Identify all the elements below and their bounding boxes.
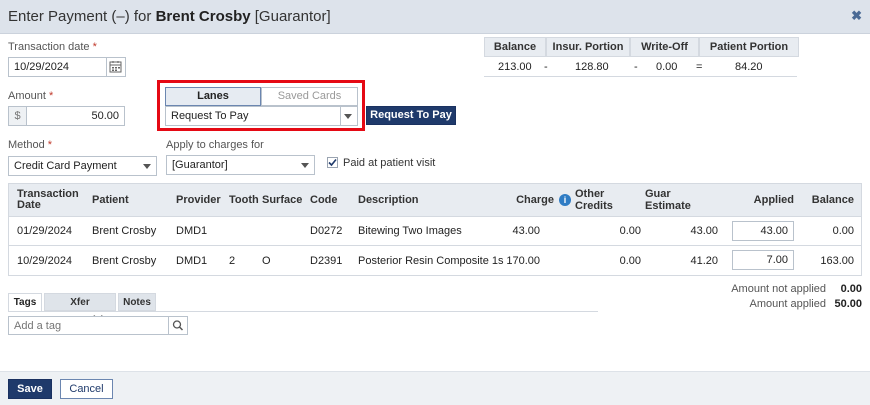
- cell-charge: 43.00: [512, 225, 540, 237]
- summary-patient-portion-value: 84.20: [735, 61, 763, 73]
- col-transaction-date: Transaction Date: [17, 188, 79, 211]
- summary-minus-2: -: [634, 61, 638, 73]
- table-row: 01/29/2024 Brent Crosby DMD1 D0272 Bitew…: [9, 217, 861, 246]
- transaction-date-label-text: Transaction date: [8, 41, 90, 53]
- required-mark: *: [47, 139, 53, 151]
- request-to-pay-button[interactable]: Request To Pay: [366, 106, 456, 125]
- cell-provider: DMD1: [176, 254, 208, 267]
- check-icon: [328, 158, 337, 167]
- save-button[interactable]: Save: [8, 379, 52, 399]
- cell-code: D0272: [310, 225, 343, 237]
- chevron-down-icon: [301, 163, 309, 168]
- cell-description: Posterior Resin Composite 1s: [358, 254, 504, 267]
- tag-search-button[interactable]: [168, 316, 188, 335]
- col-surface: Surface: [262, 194, 303, 206]
- paid-at-visit-checkbox[interactable]: [327, 157, 338, 168]
- col-applied: Applied: [753, 194, 794, 206]
- apply-to-label: Apply to charges for: [166, 139, 264, 151]
- cell-date: 10/29/2024: [17, 254, 73, 267]
- title-suffix: [Guarantor]: [250, 8, 331, 25]
- calendar-icon: [109, 61, 122, 73]
- tab-xfer-reasons[interactable]: Xfer Reason(s): [44, 293, 116, 326]
- summary-header-insurance: Insur. Portion: [546, 37, 630, 57]
- cell-patient: Brent Crosby: [92, 254, 157, 267]
- title-prefix: Enter Payment (–) for: [8, 8, 156, 25]
- summary-header-writeoff: Write-Off: [630, 37, 699, 57]
- cell-other-credits: 0.00: [619, 254, 641, 267]
- cell-provider: DMD1: [176, 225, 208, 237]
- summary-header-balance: Balance: [484, 37, 546, 57]
- cell-description: Bitewing Two Images: [358, 225, 462, 237]
- col-guar-estimate: Guar Estimate: [645, 188, 691, 212]
- tag-input[interactable]: [8, 316, 169, 335]
- charges-table: Transaction Date Patient Provider Tooth …: [8, 183, 862, 276]
- col-code: Code: [310, 194, 338, 206]
- amount-not-applied-value: 0.00: [840, 283, 862, 295]
- chevron-down-icon: [143, 164, 151, 169]
- charges-table-header: Transaction Date Patient Provider Tooth …: [9, 184, 861, 217]
- transaction-date-input[interactable]: 10/29/2024: [8, 57, 107, 77]
- amount-input[interactable]: 50.00: [26, 106, 125, 126]
- cell-tooth: 2: [229, 254, 236, 267]
- paid-at-visit-label: Paid at patient visit: [343, 157, 436, 169]
- cell-date: 01/29/2024: [17, 225, 73, 237]
- cell-charge: 170.00: [506, 254, 540, 267]
- col-charge: Charge i: [489, 184, 571, 216]
- summary-minus-1: -: [544, 61, 548, 73]
- required-mark: *: [48, 90, 54, 102]
- table-row: 10/29/2024 Brent Crosby DMD1 2 O D2391 P…: [9, 246, 861, 275]
- apply-to-select[interactable]: [Guarantor]: [166, 155, 315, 175]
- required-mark: *: [92, 41, 97, 53]
- dialog-header: Enter Payment (–) for Brent Crosby [Guar…: [0, 0, 870, 34]
- amount-not-applied-label: Amount not applied: [731, 283, 826, 295]
- col-balance: Balance: [811, 194, 854, 206]
- cell-balance: 163.00: [820, 254, 854, 267]
- summary-values-row: 213.00 - 128.80 - 0.00 = 84.20: [484, 57, 797, 77]
- col-provider: Provider: [176, 194, 221, 206]
- amount-applied-value: 50.00: [834, 298, 862, 310]
- amount-label: Amount *: [8, 90, 53, 102]
- cancel-button[interactable]: Cancel: [60, 379, 113, 399]
- search-icon: [172, 320, 184, 331]
- col-other-credits: Other Credits: [575, 188, 613, 212]
- amount-applied-label: Amount applied: [749, 298, 826, 310]
- title-name: Brent Crosby: [155, 8, 251, 25]
- cell-other-credits: 0.00: [619, 225, 641, 237]
- summary-equals: =: [696, 61, 703, 73]
- summary-insurance-value: 128.80: [575, 61, 609, 73]
- cell-guar-estimate: 43.00: [690, 225, 718, 237]
- tab-tags[interactable]: Tags: [8, 293, 42, 311]
- cell-guar-estimate: 41.20: [690, 254, 718, 267]
- currency-addon: $: [8, 106, 27, 126]
- col-patient: Patient: [92, 194, 129, 206]
- close-icon[interactable]: ✖: [851, 8, 862, 24]
- transaction-date-label: Transaction date *: [8, 41, 97, 53]
- method-label-text: Method: [8, 139, 45, 151]
- balance-summary-table: Balance Insur. Portion Write-Off Patient…: [484, 37, 799, 57]
- amount-label-text: Amount: [8, 90, 46, 102]
- calendar-button[interactable]: [107, 57, 126, 77]
- info-icon[interactable]: i: [559, 194, 571, 206]
- method-select-value: Credit Card Payment: [14, 160, 117, 172]
- summary-header-patient-portion: Patient Portion: [699, 37, 799, 57]
- dialog-footer: Save Cancel: [0, 371, 870, 405]
- method-label: Method *: [8, 139, 52, 151]
- applied-input[interactable]: 43.00: [732, 221, 794, 241]
- dialog-title: Enter Payment (–) for Brent Crosby [Guar…: [8, 8, 331, 25]
- tab-notes[interactable]: Notes: [118, 293, 156, 311]
- summary-balance-value: 213.00: [498, 61, 532, 73]
- highlight-box: [157, 80, 365, 131]
- method-select[interactable]: Credit Card Payment: [8, 156, 157, 176]
- summary-writeoff-value: 0.00: [656, 61, 678, 73]
- applied-input[interactable]: 7.00: [732, 250, 794, 270]
- col-tooth: Tooth: [229, 194, 259, 206]
- cell-balance: 0.00: [832, 225, 854, 237]
- col-charge-label: Charge: [516, 194, 554, 206]
- apply-to-select-value: [Guarantor]: [172, 159, 228, 171]
- cell-code: D2391: [310, 254, 343, 267]
- cell-surface: O: [262, 254, 271, 267]
- cell-patient: Brent Crosby: [92, 225, 157, 237]
- col-description: Description: [358, 194, 419, 206]
